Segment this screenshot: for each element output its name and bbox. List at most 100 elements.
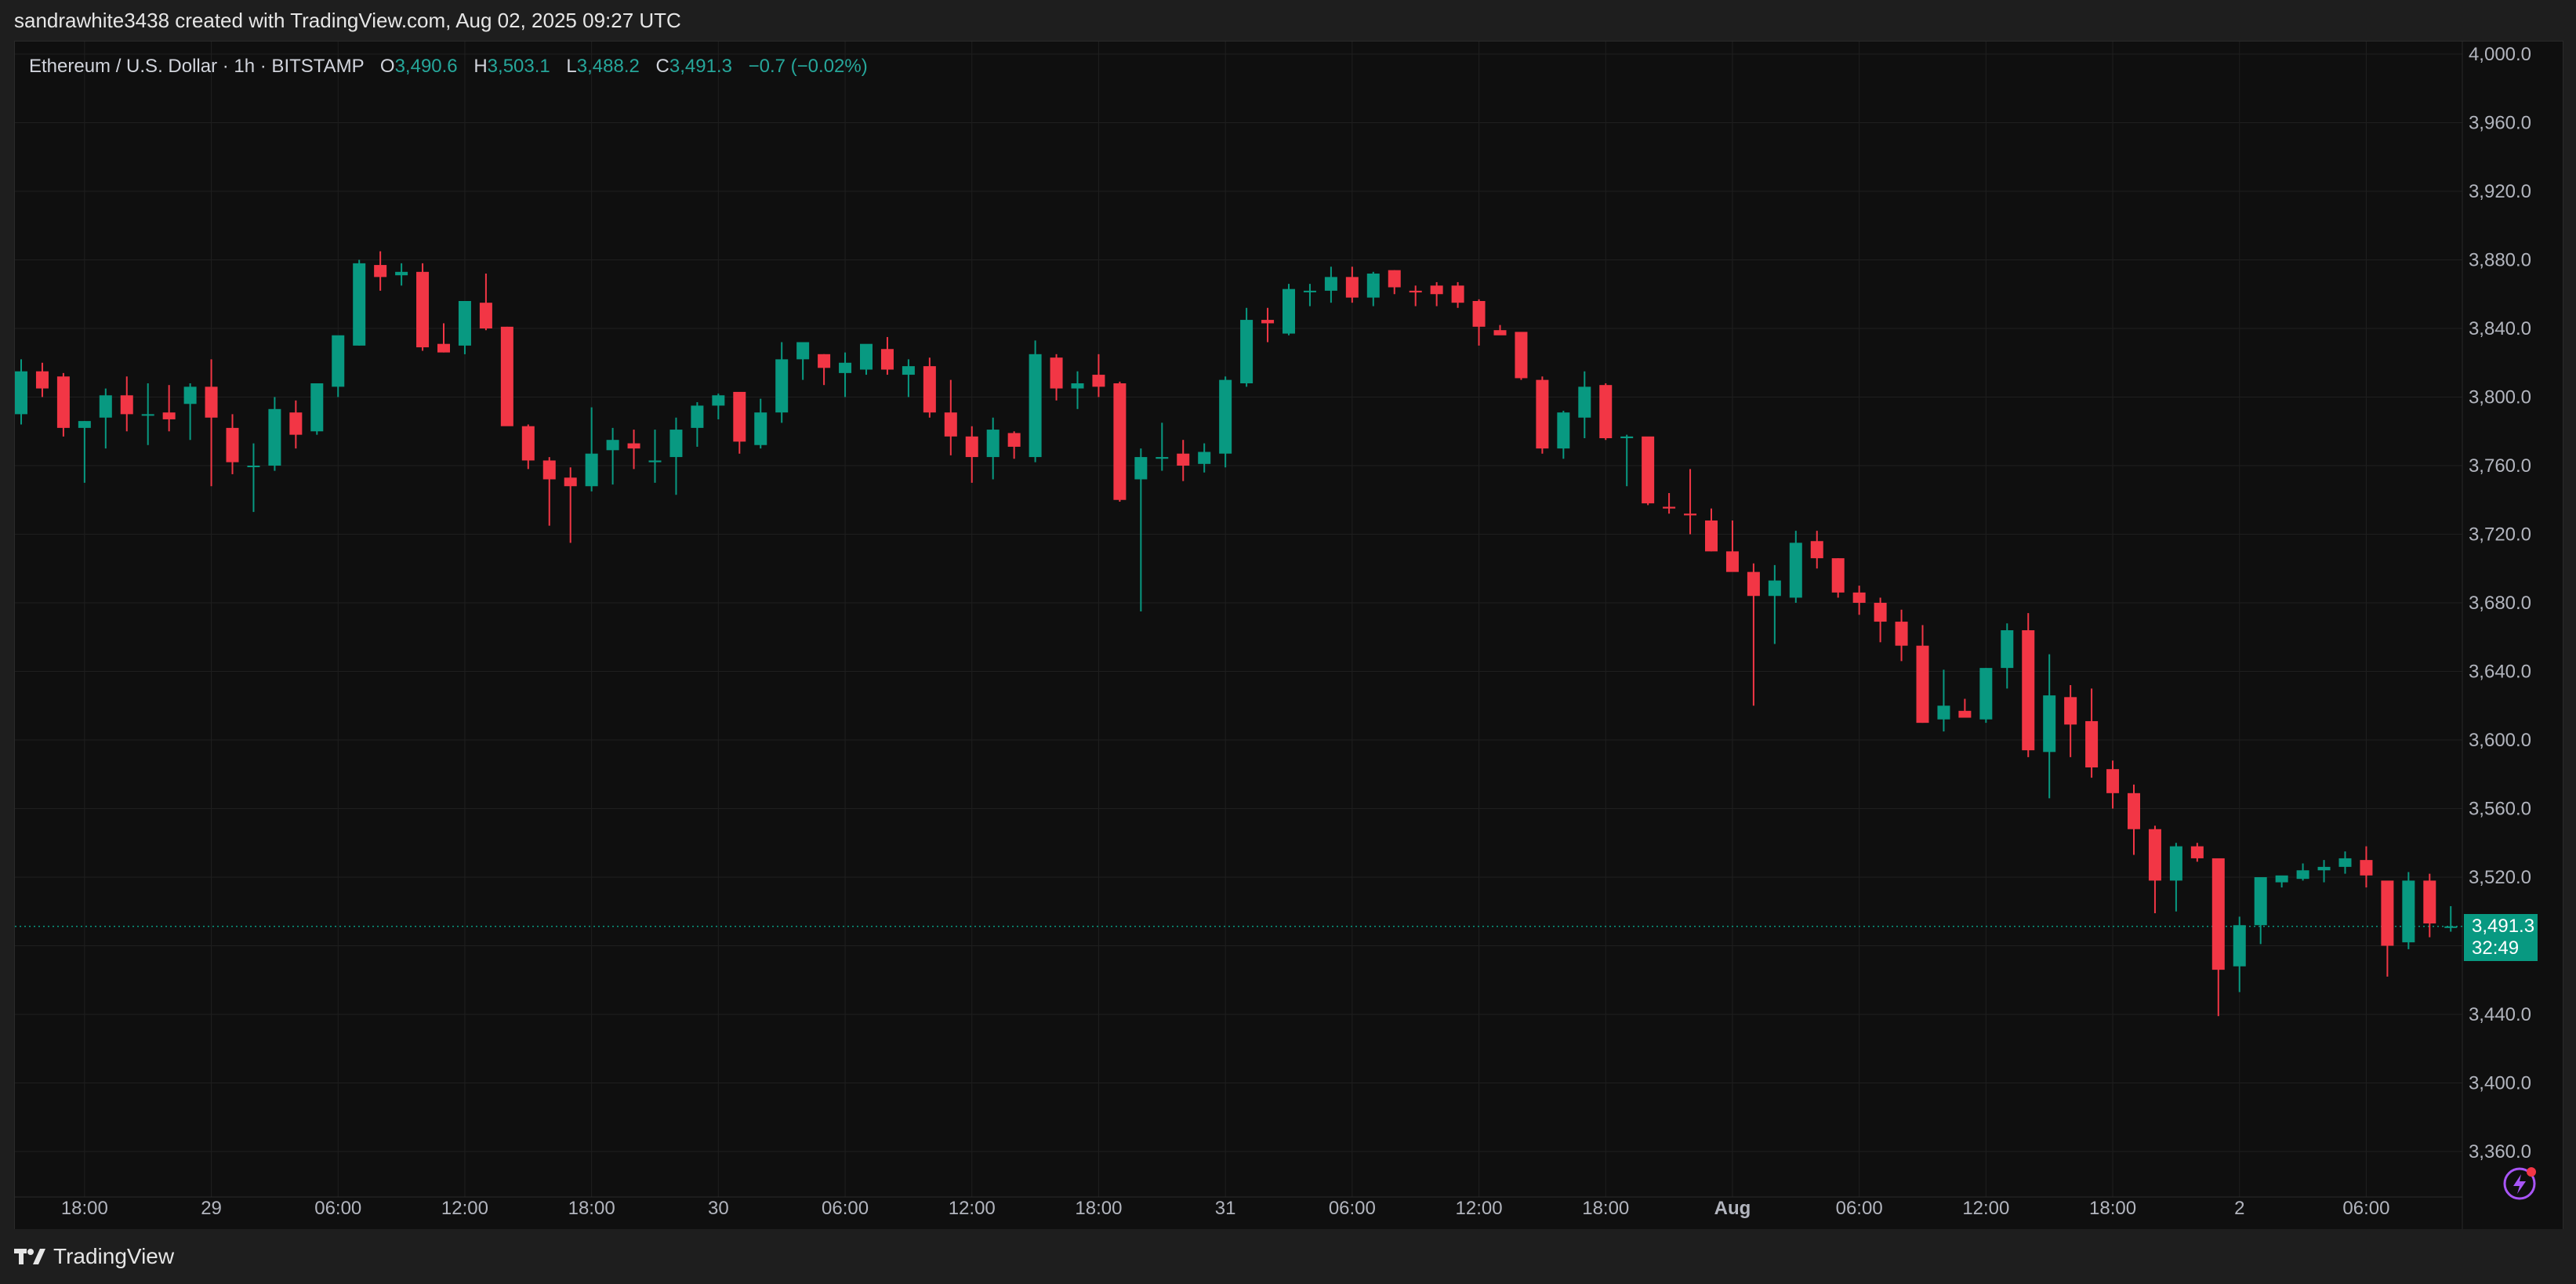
last-price-value: 3,491.3 xyxy=(2472,915,2535,937)
candle-body xyxy=(1642,436,1655,504)
candle-body xyxy=(1557,412,1570,449)
candle-body xyxy=(923,366,936,413)
candle-body xyxy=(374,265,387,277)
candle-body xyxy=(2022,630,2035,751)
candle-body xyxy=(2001,630,2014,669)
candle-body xyxy=(416,271,430,348)
x-tick-label: 31 xyxy=(1215,1198,1236,1219)
candle-body xyxy=(1578,386,1591,418)
y-tick-label: 3,360.0 xyxy=(2469,1141,2531,1162)
candle-body xyxy=(2254,877,2267,926)
candle-body xyxy=(1536,379,1549,449)
candle-body xyxy=(1156,457,1169,459)
x-tick-label: 12:00 xyxy=(949,1198,996,1219)
candle-body xyxy=(310,383,324,432)
candle-body xyxy=(1852,592,1866,603)
candle-body xyxy=(1219,379,1232,454)
candle-body xyxy=(521,426,535,461)
candle-body xyxy=(1198,452,1211,464)
brand-name: TradingView xyxy=(53,1244,175,1268)
candle-body xyxy=(1177,453,1190,466)
candle-body xyxy=(2148,829,2161,881)
candle-body xyxy=(2106,769,2120,793)
candle-body xyxy=(2444,926,2458,928)
x-tick-label: 06:00 xyxy=(1329,1198,1376,1219)
candle-body xyxy=(1620,436,1634,438)
candle-body xyxy=(268,408,281,466)
candle-body xyxy=(1515,332,1528,379)
candle-body xyxy=(162,412,176,419)
candle-body xyxy=(78,421,91,428)
x-tick-label: 06:00 xyxy=(822,1198,869,1219)
candle-body xyxy=(1283,288,1295,334)
candle-body xyxy=(902,366,915,375)
x-tick-label: 06:00 xyxy=(2342,1198,2389,1219)
footer-bar: TradingView xyxy=(0,1229,2576,1284)
candle-body xyxy=(1007,433,1021,447)
change-value: −0.7 (−0.02%) xyxy=(748,56,868,77)
y-tick-label: 3,960.0 xyxy=(2469,113,2531,134)
close-label: C xyxy=(655,56,669,77)
x-tick-label: 30 xyxy=(708,1198,729,1219)
assistant-spark-icon[interactable] xyxy=(2500,1164,2539,1203)
x-tick-label: 2 xyxy=(2234,1198,2244,1219)
candle-body xyxy=(2233,925,2246,967)
candle-body xyxy=(332,335,345,387)
candle-body xyxy=(733,391,746,442)
x-tick-label: 12:00 xyxy=(1456,1198,1503,1219)
candle-body xyxy=(437,343,450,353)
candle-body xyxy=(2275,875,2288,883)
candle-body xyxy=(1768,580,1781,597)
chart-frame[interactable]: 4,000.0 3,960.0 3,920.0 3,880.0 3,840.0 3,800… xyxy=(14,41,2563,1231)
candle-body xyxy=(2381,880,2394,946)
candlestick-chart[interactable]: 4,000.0 3,960.0 3,920.0 3,880.0 3,840.0 3,800… xyxy=(15,42,2563,1230)
candle-body xyxy=(796,342,810,360)
candle-body xyxy=(141,414,154,416)
candle-body xyxy=(1831,558,1845,593)
tradingview-logo-icon xyxy=(14,1249,45,1264)
x-tick-label: 18:00 xyxy=(1075,1198,1122,1219)
candle-body xyxy=(395,271,408,276)
y-tick-label: 3,920.0 xyxy=(2469,181,2531,202)
y-tick-label: 3,880.0 xyxy=(2469,250,2531,271)
candle-body xyxy=(479,303,492,328)
candle-body xyxy=(606,440,619,451)
candle-body xyxy=(1092,375,1105,387)
candle-body xyxy=(205,386,218,418)
candle-body xyxy=(99,395,112,418)
y-tick-label: 3,600.0 xyxy=(2469,730,2531,751)
candle-body xyxy=(1303,290,1316,292)
x-tick-label: 18:00 xyxy=(61,1198,108,1219)
symbol-name: Ethereum / U.S. Dollar · 1h · BITSTAMP xyxy=(29,56,365,77)
x-tick-label: 06:00 xyxy=(1836,1198,1883,1219)
candle-body xyxy=(289,412,303,435)
candle-body xyxy=(1958,710,1972,718)
candle-body xyxy=(839,362,852,373)
y-tick-label: 3,760.0 xyxy=(2469,455,2531,477)
candle-body xyxy=(1493,330,1507,336)
candle-body xyxy=(754,412,767,445)
x-tick-label: 18:00 xyxy=(568,1198,615,1219)
candle-body xyxy=(1937,705,1950,720)
candle-body xyxy=(1895,622,1908,646)
candle-body xyxy=(247,466,260,467)
candle-body xyxy=(1684,513,1697,516)
attribution-bar: sandrawhite3438 created with TradingView… xyxy=(0,0,2576,41)
candle-body xyxy=(2338,858,2352,867)
low-value: 3,488.2 xyxy=(576,56,640,77)
candle-body xyxy=(1113,383,1127,500)
y-tick-label: 3,800.0 xyxy=(2469,387,2531,408)
x-tick-label: Aug xyxy=(1714,1198,1751,1219)
candle-body xyxy=(860,343,873,370)
candle-body xyxy=(56,376,70,428)
candle-body xyxy=(15,371,27,415)
candle-body xyxy=(712,395,725,406)
tradingview-logo[interactable]: TradingView xyxy=(14,1244,174,1269)
candle-body xyxy=(2317,866,2331,871)
candle-body xyxy=(2296,870,2309,880)
attribution-text: sandrawhite3438 created with TradingView… xyxy=(14,8,681,32)
symbol-legend: Ethereum / U.S. Dollar · 1h · BITSTAMP O… xyxy=(29,56,868,78)
candle-body xyxy=(1388,270,1401,288)
candle-body xyxy=(2402,880,2415,943)
candle-body xyxy=(1345,277,1359,298)
